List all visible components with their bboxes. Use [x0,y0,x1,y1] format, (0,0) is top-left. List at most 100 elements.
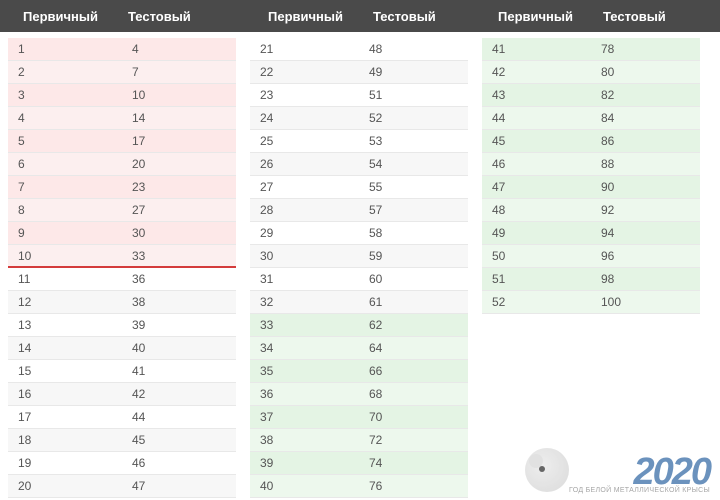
table-row: 517 [8,130,236,153]
test-cell: 94 [591,226,700,240]
test-cell: 92 [591,203,700,217]
primary-cell: 30 [250,249,359,263]
column-2: 2148224923512452255326542755285729583059… [250,38,468,498]
test-cell: 40 [122,341,236,355]
header-test: Тестовый [120,9,220,24]
test-cell: 17 [122,134,236,148]
primary-cell: 6 [8,157,122,171]
primary-cell: 45 [482,134,591,148]
primary-cell: 42 [482,65,591,79]
primary-cell: 7 [8,180,122,194]
primary-cell: 2 [8,65,122,79]
test-cell: 10 [122,88,236,102]
test-cell: 61 [359,295,468,309]
table-row: 1238 [8,291,236,314]
test-cell: 76 [359,479,468,493]
test-cell: 33 [122,249,236,263]
table-row: 3160 [250,268,468,291]
test-cell: 62 [359,318,468,332]
test-cell: 70 [359,410,468,424]
test-cell: 46 [122,456,236,470]
primary-cell: 33 [250,318,359,332]
table-row: 1744 [8,406,236,429]
header-primary: Первичный [490,9,595,24]
table-row: 2553 [250,130,468,153]
primary-cell: 35 [250,364,359,378]
header-primary: Первичный [260,9,365,24]
table-row: 4484 [482,107,700,130]
test-cell: 88 [591,157,700,171]
test-cell: 36 [122,272,236,286]
test-cell: 45 [122,433,236,447]
header-group-3: Первичный Тестовый [490,9,710,24]
table-header: Первичный Тестовый Первичный Тестовый Пе… [0,0,720,32]
table-row: 1845 [8,429,236,452]
table-row: 3770 [250,406,468,429]
header-test: Тестовый [365,9,465,24]
table-row: 1642 [8,383,236,406]
table-row: 2452 [250,107,468,130]
primary-cell: 40 [250,479,359,493]
primary-cell: 27 [250,180,359,194]
column-3: 4178428043824484458646884790489249945096… [482,38,700,498]
test-cell: 48 [359,42,468,56]
header-group-2: Первичный Тестовый [260,9,480,24]
table-row: 3362 [250,314,468,337]
primary-cell: 46 [482,157,591,171]
header-test: Тестовый [595,9,695,24]
table-row: 3059 [250,245,468,268]
test-cell: 51 [359,88,468,102]
test-cell: 90 [591,180,700,194]
test-cell: 39 [122,318,236,332]
table-row: 4178 [482,38,700,61]
primary-cell: 24 [250,111,359,125]
primary-cell: 43 [482,88,591,102]
table-row: 414 [8,107,236,130]
primary-cell: 23 [250,88,359,102]
table-row: 2351 [250,84,468,107]
test-cell: 72 [359,433,468,447]
table-row: 2755 [250,176,468,199]
test-cell: 60 [359,272,468,286]
test-cell: 49 [359,65,468,79]
table-row: 4076 [250,475,468,498]
test-cell: 38 [122,295,236,309]
primary-cell: 15 [8,364,122,378]
test-cell: 57 [359,203,468,217]
test-cell: 84 [591,111,700,125]
table-row: 2857 [250,199,468,222]
table-row: 1946 [8,452,236,475]
test-cell: 53 [359,134,468,148]
primary-cell: 28 [250,203,359,217]
primary-cell: 31 [250,272,359,286]
primary-cell: 14 [8,341,122,355]
primary-cell: 52 [482,295,591,309]
primary-cell: 10 [8,249,122,263]
table-row: 2654 [250,153,468,176]
test-cell: 66 [359,364,468,378]
column-1: 1427310414517620723827930103311361238133… [8,38,236,498]
test-cell: 30 [122,226,236,240]
test-cell: 100 [591,295,700,309]
table-row: 3566 [250,360,468,383]
test-cell: 41 [122,364,236,378]
primary-cell: 32 [250,295,359,309]
test-cell: 74 [359,456,468,470]
table-row: 1339 [8,314,236,337]
test-cell: 82 [591,88,700,102]
test-cell: 96 [591,249,700,263]
table-row: 4586 [482,130,700,153]
table-row: 3261 [250,291,468,314]
test-cell: 7 [122,65,236,79]
primary-cell: 22 [250,65,359,79]
table-row: 4688 [482,153,700,176]
primary-cell: 3 [8,88,122,102]
test-cell: 27 [122,203,236,217]
table-row: 3668 [250,383,468,406]
primary-cell: 44 [482,111,591,125]
primary-cell: 29 [250,226,359,240]
test-cell: 55 [359,180,468,194]
primary-cell: 39 [250,456,359,470]
table-row: 2249 [250,61,468,84]
primary-cell: 19 [8,456,122,470]
